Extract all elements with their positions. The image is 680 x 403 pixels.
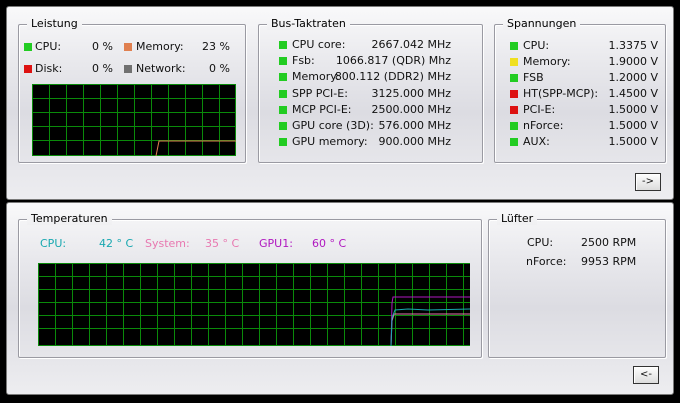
status-square xyxy=(279,57,287,65)
bus-label: MCP PCI-E: xyxy=(292,103,352,116)
voltage-label: nForce: xyxy=(523,119,564,132)
bus-item: Fsb: 1066.817 (QDR) Mhz xyxy=(259,54,482,68)
bus-item: CPU core: 2667.042 MHz xyxy=(259,38,482,52)
status-square xyxy=(510,90,518,98)
bus-taktraten-title: Bus-Taktraten xyxy=(267,17,350,30)
status-square xyxy=(279,138,287,146)
voltage-item: CPU: 1.3375 V xyxy=(495,39,665,53)
status-square xyxy=(279,122,287,130)
fan-item: nForce: 9953 RPM xyxy=(489,255,665,269)
voltage-value: 1.4500 V xyxy=(608,87,658,100)
voltage-label: AUX: xyxy=(523,135,550,148)
top-panel: Leistung CPU: 0 % Memory: 23 % Disk: 0 %… xyxy=(6,6,674,200)
cpu-temp-line xyxy=(390,308,470,346)
bus-value: 1066.817 (QDR) Mhz xyxy=(335,54,451,67)
memory-color-square xyxy=(124,43,132,51)
bus-item: Memory: 800.112 (DDR2) MHz xyxy=(259,70,482,84)
performance-graph xyxy=(32,84,236,156)
luefter-title: Lüfter xyxy=(497,212,538,225)
voltage-item: Memory: 1.9000 V xyxy=(495,55,665,69)
fan-value: 9953 RPM xyxy=(581,255,637,268)
status-square xyxy=(279,106,287,114)
voltage-value: 1.2000 V xyxy=(608,71,658,84)
fan-item: CPU: 2500 RPM xyxy=(489,236,665,250)
leistung-value: 23 % xyxy=(202,40,230,53)
leistung-group: Leistung CPU: 0 % Memory: 23 % Disk: 0 %… xyxy=(18,17,246,163)
voltage-value: 1.3375 V xyxy=(608,39,658,52)
bus-value: 576.000 MHz xyxy=(378,119,451,132)
bus-value: 2667.042 MHz xyxy=(371,38,451,51)
fan-value: 2500 RPM xyxy=(581,236,637,249)
status-square xyxy=(279,90,287,98)
temp-value: 60 ° C xyxy=(312,237,347,250)
bus-item: GPU core (3D): 576.000 MHz xyxy=(259,119,482,133)
expand-button[interactable]: -> xyxy=(635,173,661,191)
bottom-panel: Temperaturen CPU: 42 ° C System: 35 ° C … xyxy=(6,202,674,395)
voltage-item: FSB 1.2000 V xyxy=(495,71,665,85)
leistung-label: Memory: xyxy=(136,40,184,53)
status-square xyxy=(510,74,518,82)
voltage-item: PCI-E: 1.5000 V xyxy=(495,103,665,117)
bus-value: 900.000 MHz xyxy=(378,135,451,148)
bus-label: CPU core: xyxy=(292,38,346,51)
spannungen-title: Spannungen xyxy=(503,17,581,30)
bus-value: 3125.000 MHz xyxy=(371,87,451,100)
temperature-graph xyxy=(38,263,470,346)
status-square xyxy=(279,41,287,49)
system-temp-line xyxy=(390,313,470,346)
status-square xyxy=(510,122,518,130)
spannungen-group: Spannungen CPU: 1.3375 V Memory: 1.9000 … xyxy=(494,17,666,163)
voltage-value: 1.5000 V xyxy=(608,119,658,132)
status-square xyxy=(510,58,518,66)
status-square xyxy=(510,138,518,146)
gpu1-temp-line xyxy=(390,296,470,346)
bus-item: SPP PCI-E: 3125.000 MHz xyxy=(259,87,482,101)
collapse-button[interactable]: <- xyxy=(633,366,659,384)
bus-value: 2500.000 MHz xyxy=(371,103,451,116)
leistung-item-network: Network: 0 % xyxy=(19,62,245,76)
temp-label: GPU1: xyxy=(259,237,293,250)
voltage-item: nForce: 1.5000 V xyxy=(495,119,665,133)
bus-label: Fsb: xyxy=(292,54,315,67)
voltage-label: CPU: xyxy=(523,39,550,52)
bus-value: 800.112 (DDR2) MHz xyxy=(334,70,451,83)
leistung-label: Network: xyxy=(136,62,186,75)
temperaturen-group: Temperaturen CPU: 42 ° C System: 35 ° C … xyxy=(18,212,482,358)
leistung-title: Leistung xyxy=(27,17,82,30)
bus-item: MCP PCI-E: 2500.000 MHz xyxy=(259,103,482,117)
temp-item-gpu1: GPU1: 60 ° C xyxy=(19,237,481,251)
status-square xyxy=(510,106,518,114)
temperaturen-title: Temperaturen xyxy=(27,212,112,225)
voltage-label: PCI-E: xyxy=(523,103,556,116)
leistung-item-memory: Memory: 23 % xyxy=(19,40,245,54)
voltage-label: FSB xyxy=(523,71,544,84)
voltage-value: 1.5000 V xyxy=(608,103,658,116)
bus-taktraten-group: Bus-Taktraten CPU core: 2667.042 MHz Fsb… xyxy=(258,17,483,163)
bus-item: GPU memory: 900.000 MHz xyxy=(259,135,482,149)
luefter-group: Lüfter CPU: 2500 RPM nForce: 9953 RPM xyxy=(488,212,666,358)
status-square xyxy=(279,73,287,81)
voltage-value: 1.5000 V xyxy=(608,135,658,148)
voltage-label: Memory: xyxy=(523,55,571,68)
fan-label: CPU: xyxy=(527,236,554,249)
bus-label: SPP PCI-E: xyxy=(292,87,348,100)
fan-label: nForce: xyxy=(526,255,567,268)
voltage-value: 1.9000 V xyxy=(608,55,658,68)
voltage-label: HT(SPP-MCP): xyxy=(523,87,599,100)
status-square xyxy=(510,42,518,50)
voltage-item: AUX: 1.5000 V xyxy=(495,135,665,149)
voltage-item: HT(SPP-MCP): 1.4500 V xyxy=(495,87,665,101)
network-color-square xyxy=(124,65,132,73)
leistung-value: 0 % xyxy=(209,62,230,75)
